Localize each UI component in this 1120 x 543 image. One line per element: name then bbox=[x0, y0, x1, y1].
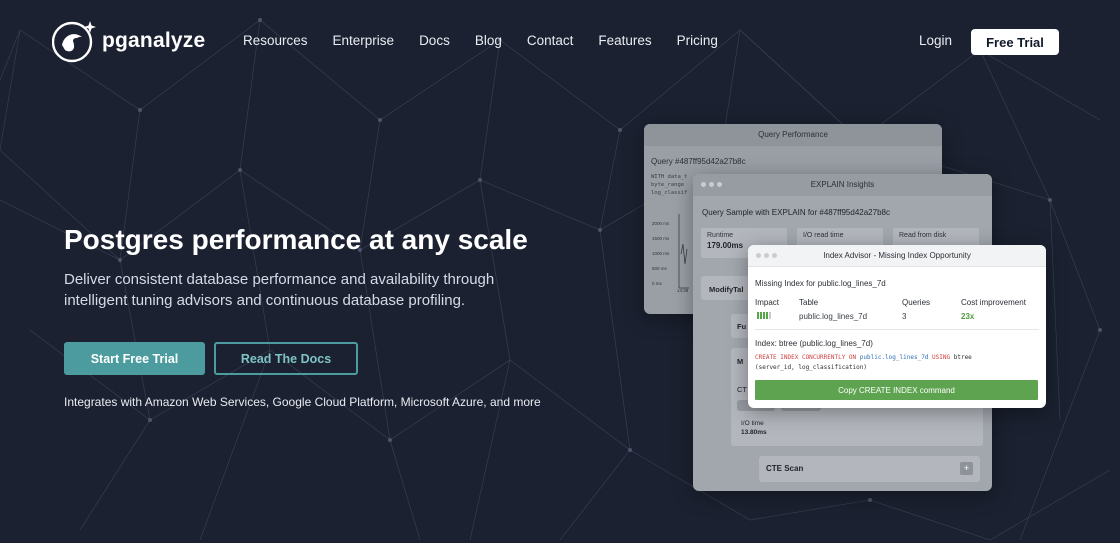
main-menu: Resources Enterprise Docs Blog Contact F… bbox=[243, 33, 743, 48]
integrations-text: Integrates with Amazon Web Services, Goo… bbox=[64, 395, 541, 409]
queries-value: 3 bbox=[902, 312, 907, 321]
hero-title: Postgres performance at any scale bbox=[64, 224, 528, 255]
query-id: Query #487ff95d42a27b8c bbox=[651, 157, 746, 166]
explain-sample: Query Sample with EXPLAIN for #487ff95d4… bbox=[702, 208, 890, 217]
divider bbox=[755, 329, 1039, 330]
io-time-value: 13.80ms bbox=[741, 429, 767, 436]
impact-segment bbox=[769, 312, 771, 319]
plan-node-label: M bbox=[737, 357, 744, 366]
nav-contact[interactable]: Contact bbox=[527, 33, 574, 48]
x-tick: 14:38 bbox=[677, 288, 689, 293]
copy-create-index-button[interactable]: Copy CREATE INDEX command bbox=[755, 380, 1038, 400]
index-advisor-title: Index Advisor - Missing Index Opportunit… bbox=[748, 245, 1046, 267]
nav-blog[interactable]: Blog bbox=[475, 33, 502, 48]
y-tick: 0 ms bbox=[652, 281, 662, 286]
stat-label: Runtime bbox=[707, 232, 734, 239]
create-index-sql: CREATE INDEX CONCURRENTLY ON public.log_… bbox=[755, 354, 972, 371]
nav-pricing[interactable]: Pricing bbox=[677, 33, 718, 48]
cte-scan-node[interactable]: CTE Scan + bbox=[759, 456, 980, 482]
login-link[interactable]: Login bbox=[919, 33, 952, 48]
plan-node-label: CT bbox=[737, 385, 747, 394]
stat-label: Read from disk bbox=[899, 232, 947, 239]
runtime-chart bbox=[678, 214, 689, 289]
start-free-trial-button[interactable]: Start Free Trial bbox=[64, 342, 205, 375]
col-table: Table bbox=[799, 298, 819, 307]
impact-segment bbox=[766, 312, 768, 319]
y-tick: 500 ms bbox=[652, 266, 667, 271]
brand-logo[interactable]: pganalyze bbox=[52, 19, 205, 63]
cost-value: 23x bbox=[961, 312, 975, 321]
index-heading: Index: btree (public.log_lines_7d) bbox=[755, 339, 873, 348]
impact-segment bbox=[763, 312, 765, 319]
window-dots bbox=[701, 182, 725, 187]
code-line: WITH data_t bbox=[651, 174, 688, 180]
stat-label: I/O read time bbox=[803, 232, 844, 239]
nav-enterprise[interactable]: Enterprise bbox=[333, 33, 395, 48]
nav-resources[interactable]: Resources bbox=[243, 33, 308, 48]
y-tick: 2000 ms bbox=[652, 221, 670, 226]
nav-features[interactable]: Features bbox=[598, 33, 651, 48]
table-value: public.log_lines_7d bbox=[799, 312, 868, 321]
hero-subtitle: Deliver consistent database performance … bbox=[64, 271, 495, 309]
expand-icon[interactable]: + bbox=[960, 462, 973, 475]
pganalyze-logo-icon bbox=[52, 21, 96, 63]
code-line: log_classif bbox=[651, 190, 688, 196]
y-tick: 1000 ms bbox=[652, 251, 670, 256]
impact-segment bbox=[757, 312, 759, 319]
read-the-docs-button[interactable]: Read The Docs bbox=[214, 342, 358, 375]
explain-title: EXPLAIN Insights bbox=[693, 174, 992, 196]
top-nav: pganalyze Resources Enterprise Docs Blog… bbox=[0, 0, 1120, 84]
col-queries: Queries bbox=[902, 298, 931, 307]
brand-name: pganalyze bbox=[102, 29, 206, 52]
plan-node-label: Fu bbox=[737, 322, 747, 331]
io-time-label: I/O time bbox=[741, 420, 764, 427]
col-impact: Impact bbox=[755, 298, 780, 307]
window-dots bbox=[756, 253, 780, 258]
impact-meter bbox=[757, 312, 772, 319]
free-trial-button[interactable]: Free Trial bbox=[971, 29, 1059, 55]
nav-docs[interactable]: Docs bbox=[419, 33, 450, 48]
code-line: byte_range bbox=[651, 182, 685, 188]
missing-index-heading: Missing Index for public.log_lines_7d bbox=[755, 279, 886, 288]
index-advisor-panel: Index Advisor - Missing Index Opportunit… bbox=[748, 245, 1046, 408]
cte-scan-label: CTE Scan bbox=[766, 464, 804, 473]
impact-segment bbox=[760, 312, 762, 319]
col-cost: Cost improvement bbox=[961, 298, 1026, 307]
y-tick: 1500 ms bbox=[652, 236, 670, 241]
query-performance-title: Query Performance bbox=[644, 124, 942, 146]
query-code: WITH data_t byte_range log_classif bbox=[651, 173, 687, 197]
plan-node-label: ModifyTal bbox=[709, 285, 744, 294]
